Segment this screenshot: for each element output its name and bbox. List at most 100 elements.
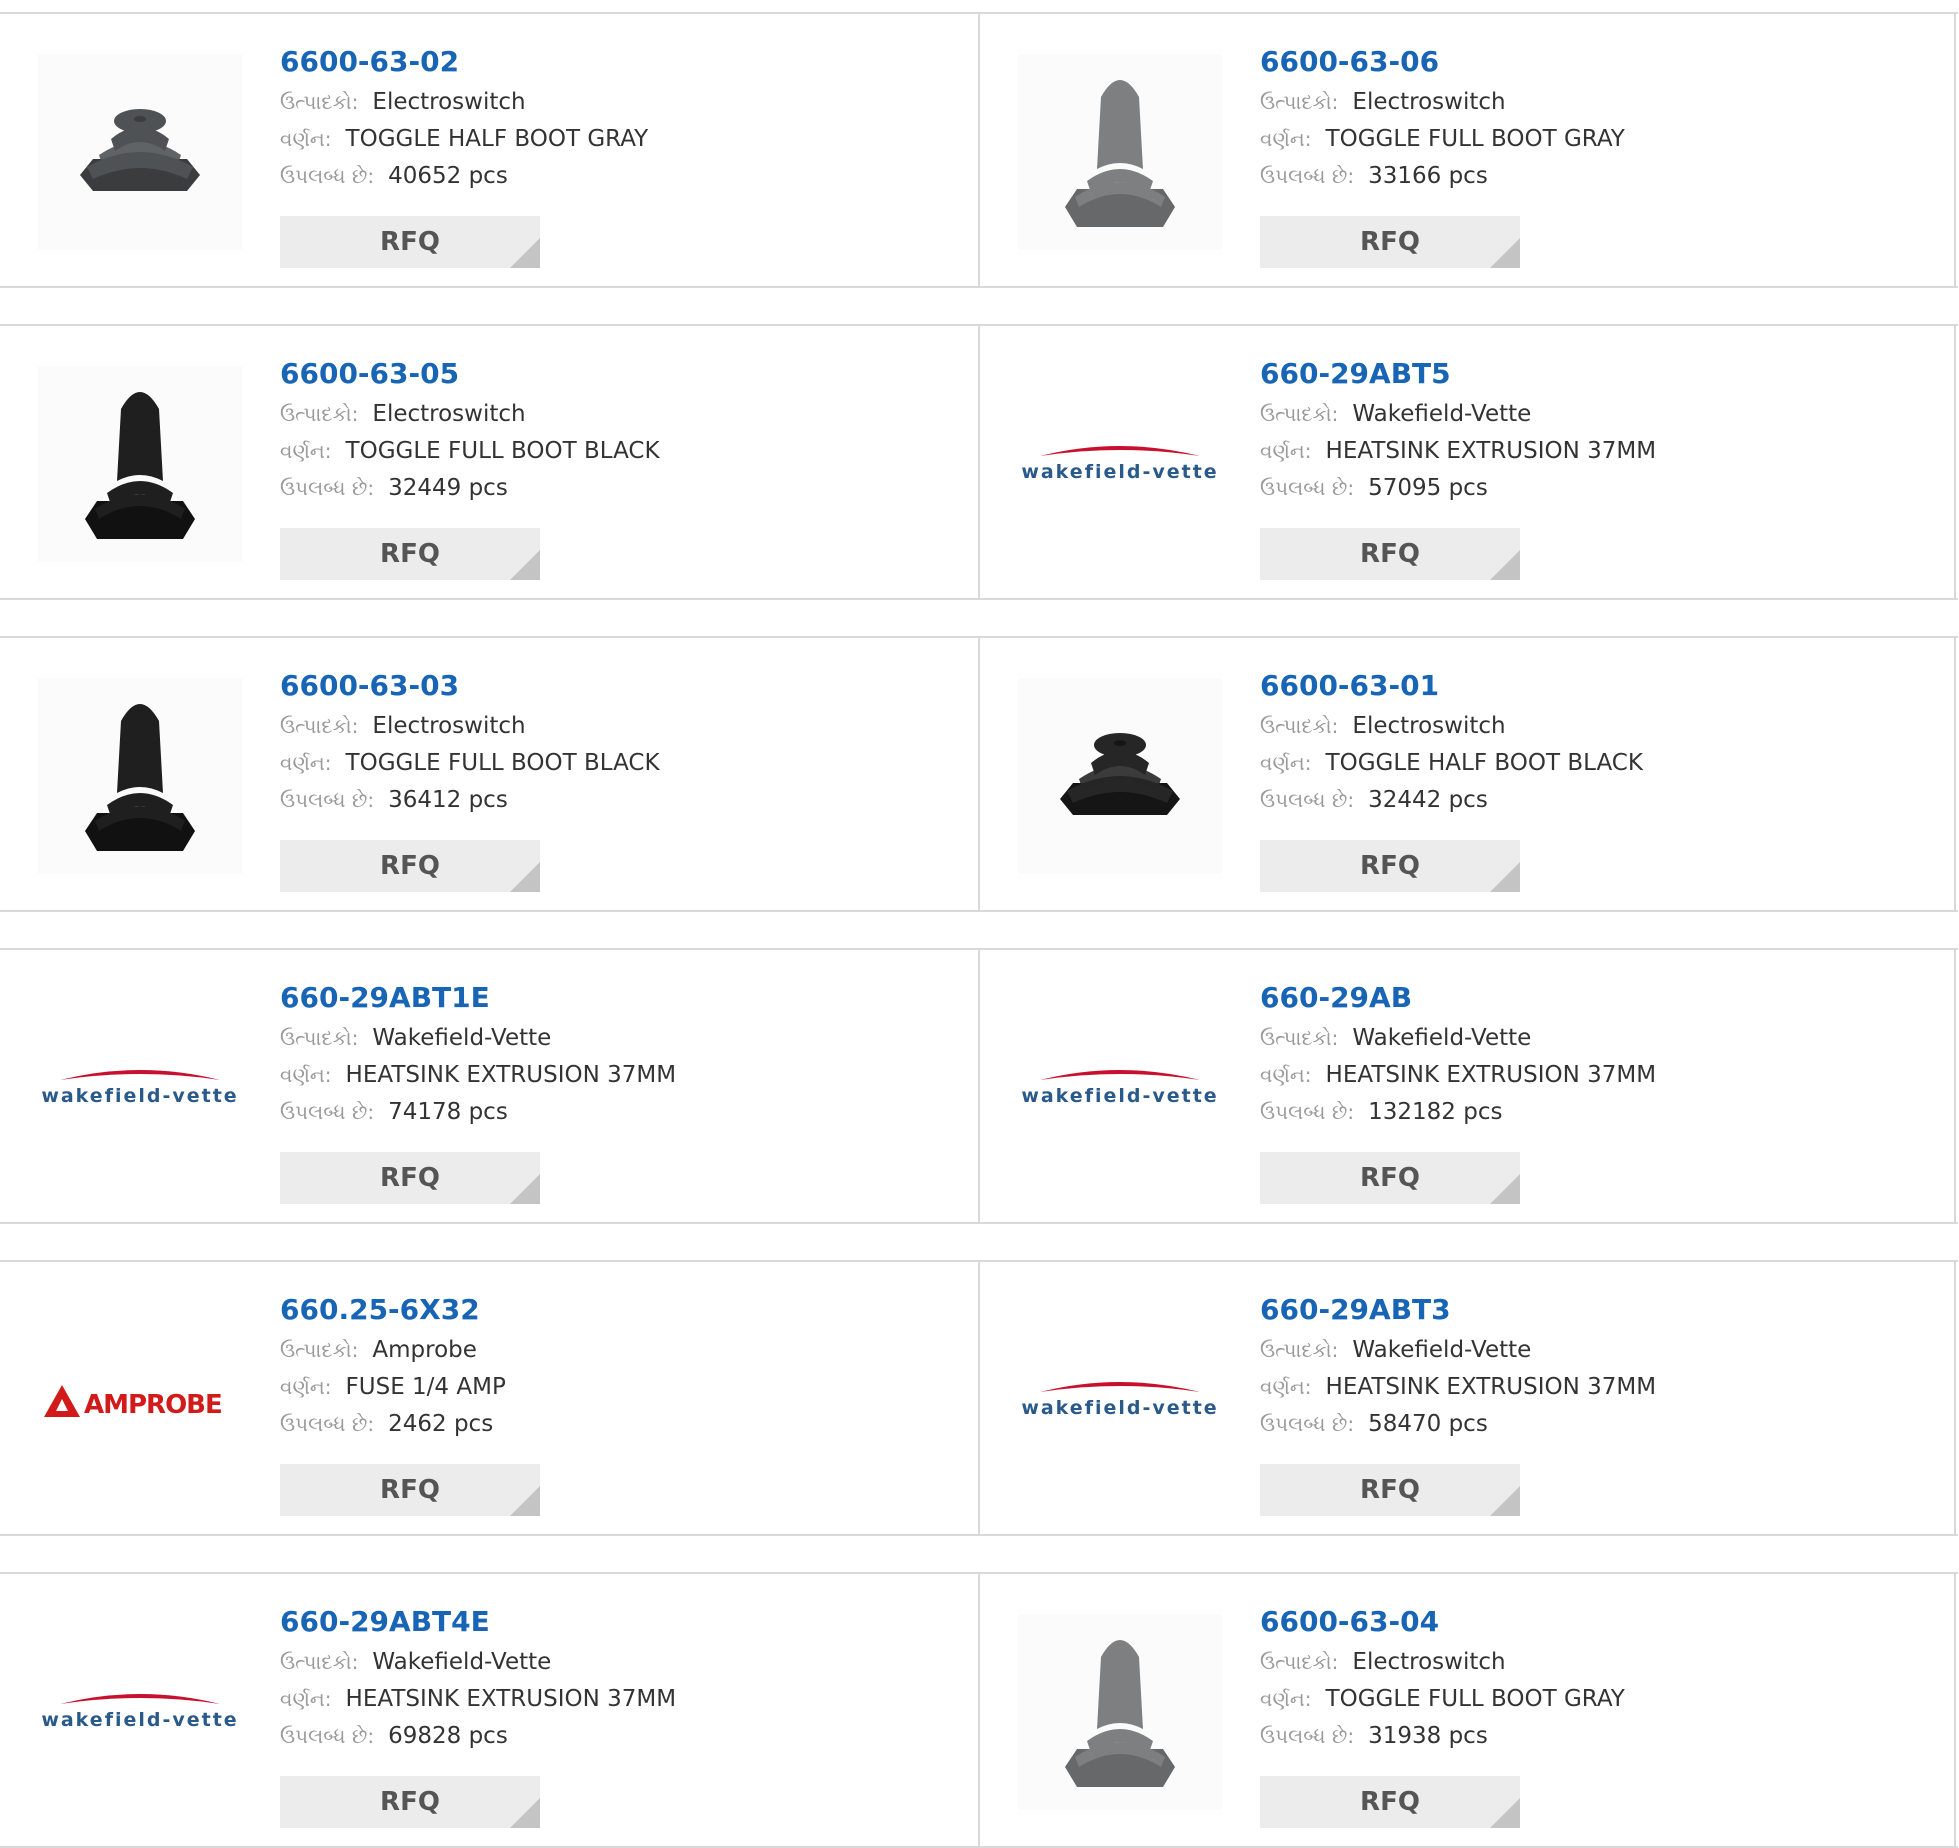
product-row: 6600-63-03 ઉત્પાદકો: Electroswitch વર્ણન:… [0,636,1958,912]
part-number-link[interactable]: 6600-63-02 [280,44,940,84]
svg-text:wakefield-vette: wakefield-vette [41,1085,238,1107]
rfq-label: RFQ [1360,1163,1420,1193]
availability-line: ઉપલબ્ધ છે: 69828 pcs [280,1718,940,1755]
manufacturer-label: ઉત્પાદકો: [280,1650,359,1674]
rfq-button[interactable]: RFQ [280,216,540,268]
full-boot-gray-icon [1065,80,1175,227]
availability-value: 32449 pcs [388,475,508,501]
manufacturer-line: ઉત્પાદકો: Amprobe [280,1332,940,1369]
manufacturer-value: Electroswitch [1352,89,1506,115]
description-value: TOGGLE FULL BOOT BLACK [345,438,660,464]
rfq-button[interactable]: RFQ [1260,840,1520,892]
part-number-link[interactable]: 6600-63-03 [280,668,940,708]
full-boot-gray-icon [1065,1640,1175,1787]
product-image[interactable]: wakefield-vette [38,1614,242,1810]
product-image[interactable]: wakefield-vette [38,990,242,1186]
availability-label: ઉપલબ્ધ છે: [1260,788,1355,812]
manufacturer-line: ઉત્પાદકો: Wakefield-Vette [1260,1332,1920,1369]
product-image[interactable] [1018,678,1222,874]
rfq-button[interactable]: RFQ [280,840,540,892]
product-card: 6600-63-05 ઉત્પાદકો: Electroswitch વર્ણન:… [0,326,978,598]
rfq-button[interactable]: RFQ [280,1464,540,1516]
part-number-link[interactable]: 6600-63-06 [1260,44,1920,84]
rfq-button[interactable]: RFQ [280,528,540,580]
availability-value: 32442 pcs [1368,787,1488,813]
manufacturer-line: ઉત્પાદકો: Electroswitch [280,396,940,433]
manufacturer-line: ઉત્પાદકો: Electroswitch [1260,708,1920,745]
description-line: વર્ણન: FUSE 1/4 AMP [280,1369,940,1406]
availability-value: 31938 pcs [1368,1723,1488,1749]
availability-label: ઉપલબ્ધ છે: [1260,1100,1355,1124]
product-image[interactable]: AMPROBE [38,1302,242,1498]
corner-triangle-icon [1490,1798,1520,1828]
availability-value: 69828 pcs [388,1723,508,1749]
rfq-button[interactable]: RFQ [1260,1776,1520,1828]
corner-triangle-icon [510,862,540,892]
description-value: TOGGLE HALF BOOT GRAY [345,126,649,152]
rfq-button[interactable]: RFQ [1260,1152,1520,1204]
rfq-label: RFQ [380,1475,440,1505]
availability-value: 74178 pcs [388,1099,508,1125]
corner-triangle-icon [510,238,540,268]
product-image[interactable] [1018,1614,1222,1810]
availability-label: ઉપલબ્ધ છે: [280,476,375,500]
manufacturer-label: ઉત્પાદકો: [280,402,359,426]
corner-triangle-icon [510,1798,540,1828]
product-image[interactable] [1018,54,1222,250]
product-card: wakefield-vette 660-29ABT4E ઉત્પાદકો: Wak… [0,1574,978,1846]
part-number-link[interactable]: 660-29ABT3 [1260,1292,1920,1332]
rfq-button[interactable]: RFQ [1260,1464,1520,1516]
corner-triangle-icon [510,550,540,580]
rfq-label: RFQ [1360,851,1420,881]
part-number-link[interactable]: 660.25-6X32 [280,1292,940,1332]
product-image[interactable] [38,678,242,874]
manufacturer-label: ઉત્પાદકો: [1260,402,1339,426]
availability-label: ઉપલબ્ધ છે: [280,1412,375,1436]
product-card: wakefield-vette 660-29ABT3 ઉત્પાદકો: Wake… [978,1262,1956,1534]
rfq-label: RFQ [380,227,440,257]
rfq-button[interactable]: RFQ [280,1776,540,1828]
svg-text:wakefield-vette: wakefield-vette [1021,1085,1218,1107]
manufacturer-value: Electroswitch [372,89,526,115]
description-line: વર્ણન: HEATSINK EXTRUSION 37MM [1260,433,1920,470]
part-number-link[interactable]: 660-29AB [1260,980,1920,1020]
rfq-button[interactable]: RFQ [1260,216,1520,268]
part-number-link[interactable]: 660-29ABT4E [280,1604,940,1644]
availability-value: 33166 pcs [1368,163,1488,189]
availability-label: ઉપલબ્ધ છે: [280,788,375,812]
part-number-link[interactable]: 660-29ABT1E [280,980,940,1020]
product-image[interactable] [38,366,242,562]
rfq-button[interactable]: RFQ [280,1152,540,1204]
product-image[interactable]: wakefield-vette [1018,990,1222,1186]
manufacturer-label: ઉત્પાદકો: [280,1026,359,1050]
full-boot-black-icon [85,392,195,539]
description-value: HEATSINK EXTRUSION 37MM [1325,438,1657,464]
corner-triangle-icon [1490,1486,1520,1516]
manufacturer-label: ઉત્પાદકો: [1260,1338,1339,1362]
corner-triangle-icon [1490,550,1520,580]
manufacturer-value: Wakefield-Vette [1352,401,1532,427]
product-card: wakefield-vette 660-29ABT1E ઉત્પાદકો: Wak… [0,950,978,1222]
manufacturer-value: Wakefield-Vette [1352,1337,1532,1363]
part-number-link[interactable]: 6600-63-04 [1260,1604,1920,1644]
product-image[interactable] [38,54,242,250]
part-number-link[interactable]: 6600-63-01 [1260,668,1920,708]
rfq-button[interactable]: RFQ [1260,528,1520,580]
description-line: વર્ણન: HEATSINK EXTRUSION 37MM [280,1681,940,1718]
product-image[interactable]: wakefield-vette [1018,1302,1222,1498]
manufacturer-value: Wakefield-Vette [372,1025,552,1051]
part-number-link[interactable]: 660-29ABT5 [1260,356,1920,396]
part-number-link[interactable]: 6600-63-05 [280,356,940,396]
description-line: વર્ણન: TOGGLE HALF BOOT GRAY [280,121,940,158]
rfq-label: RFQ [380,1787,440,1817]
product-info: 6600-63-05 ઉત્પાદકો: Electroswitch વર્ણન:… [280,356,940,507]
description-label: વર્ણન: [1260,751,1312,775]
product-image[interactable]: wakefield-vette [1018,366,1222,562]
description-line: વર્ણન: TOGGLE FULL BOOT BLACK [280,433,940,470]
manufacturer-value: Electroswitch [372,401,526,427]
description-value: TOGGLE FULL BOOT GRAY [1325,1686,1625,1712]
manufacturer-line: ઉત્પાદકો: Electroswitch [1260,1644,1920,1681]
manufacturer-line: ઉત્પાદકો: Electroswitch [280,708,940,745]
manufacturer-line: ઉત્પાદકો: Wakefield-Vette [1260,396,1920,433]
half-boot-black-icon [1060,733,1180,815]
